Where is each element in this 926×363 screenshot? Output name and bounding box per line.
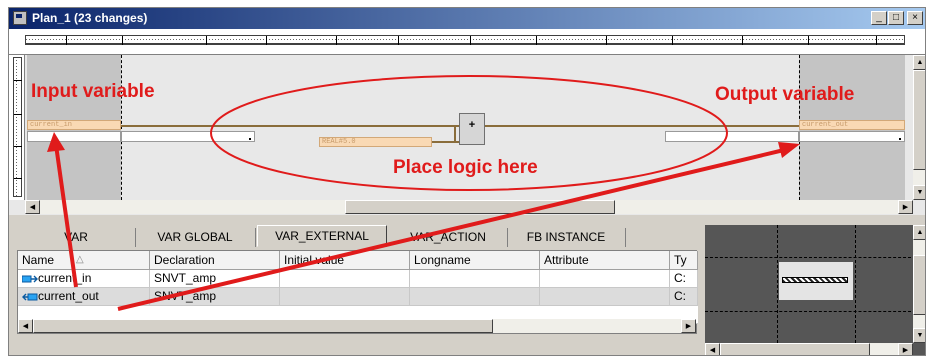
sort-arrow-icon: △ xyxy=(76,254,84,265)
minimap-viewport[interactable] xyxy=(779,262,853,300)
canvas-vscroll-thumb[interactable] xyxy=(913,70,925,170)
table-horizontal-scrollbar[interactable]: ◀ ▶ xyxy=(18,319,696,333)
overview-minimap[interactable]: ▲ ▼ ◀ ▶ xyxy=(705,225,925,355)
scroll-left-button[interactable]: ◀ xyxy=(705,343,720,355)
row-initial-value-cell[interactable] xyxy=(280,270,410,288)
ruler-tick xyxy=(122,36,123,45)
row-type-cell[interactable]: C: xyxy=(670,288,698,306)
input-variable-annotation: Input variable xyxy=(31,81,155,102)
ruler-tick xyxy=(672,36,673,45)
canvas-hscroll-thumb[interactable] xyxy=(345,200,615,214)
column-header-initial-value[interactable]: Initial value xyxy=(280,251,410,270)
editor-window: Plan_1 (23 changes) _ □ × current_in REA… xyxy=(8,7,926,356)
table-row[interactable]: current_out SNVT_amp C: xyxy=(18,288,698,306)
output-variable-annotation: Output variable xyxy=(715,84,855,105)
scroll-right-button[interactable]: ▶ xyxy=(898,200,913,214)
minimap-guide xyxy=(705,257,911,258)
row-initial-value-cell[interactable] xyxy=(280,288,410,306)
minimap-logic-preview xyxy=(782,277,848,283)
tab-var-global[interactable]: VAR GLOBAL xyxy=(135,228,256,247)
tab-var-action[interactable]: VAR_ACTION xyxy=(389,228,508,247)
ruler-tick xyxy=(66,36,67,45)
window-title: Plan_1 (23 changes) xyxy=(32,11,148,25)
column-header-type[interactable]: Ty xyxy=(670,251,698,270)
logic-canvas[interactable]: current_in REAL#5.0 + current_out Input … xyxy=(9,55,925,215)
tab-var[interactable]: VAR xyxy=(17,228,136,247)
variable-tabs: VAR VAR GLOBAL VAR_EXTERNAL VAR_ACTION F… xyxy=(17,225,697,248)
minimap-guide xyxy=(777,225,778,343)
ruler-tick xyxy=(398,36,399,45)
minimap-hscroll-thumb[interactable] xyxy=(720,343,870,355)
scroll-up-button[interactable]: ▲ xyxy=(913,225,925,240)
scroll-down-button[interactable]: ▼ xyxy=(913,185,925,200)
ruler-tick xyxy=(606,36,607,45)
minimap-vertical-scrollbar[interactable]: ▲ ▼ xyxy=(913,225,925,343)
row-attribute-cell[interactable] xyxy=(540,288,670,306)
scroll-left-button[interactable]: ◀ xyxy=(18,319,33,333)
maximize-button[interactable]: □ xyxy=(888,11,904,25)
ruler-tick xyxy=(742,36,743,45)
row-longname-cell[interactable] xyxy=(410,270,540,288)
row-name: current_out xyxy=(38,289,99,303)
column-header-attribute[interactable]: Attribute xyxy=(540,251,670,270)
column-header-longname[interactable]: Longname xyxy=(410,251,540,270)
scroll-down-button[interactable]: ▼ xyxy=(913,328,925,343)
variable-table: Name △ Declaration Initial value Longname… xyxy=(17,250,698,334)
minimize-button[interactable]: _ xyxy=(871,11,887,25)
column-header-name[interactable]: Name △ xyxy=(18,251,150,270)
row-name-cell[interactable]: current_out xyxy=(18,288,150,306)
place-logic-annotation: Place logic here xyxy=(393,157,538,178)
annotation-overlay xyxy=(210,75,728,191)
row-name: current_in xyxy=(38,271,92,285)
scroll-left-button[interactable]: ◀ xyxy=(25,200,40,214)
canvas-vertical-scrollbar[interactable]: ▲ ▼ xyxy=(913,55,925,200)
row-declaration-cell[interactable]: SNVT_amp xyxy=(150,270,280,288)
row-type-cell[interactable]: C: xyxy=(670,270,698,288)
minimap-guide xyxy=(855,225,856,343)
minimap-vscroll-thumb[interactable] xyxy=(913,255,925,315)
canvas-horizontal-scrollbar[interactable]: ◀ ▶ xyxy=(25,200,913,214)
input-arrow-icon xyxy=(21,275,38,283)
column-header-label: Name xyxy=(22,253,55,267)
ruler-tick xyxy=(470,36,471,45)
ruler-tick xyxy=(206,36,207,45)
ruler-track xyxy=(25,35,905,45)
window-icon xyxy=(13,11,27,25)
table-hscroll-thumb[interactable] xyxy=(33,319,493,333)
horizontal-ruler xyxy=(9,29,925,55)
minimap-horizontal-scrollbar[interactable]: ◀ ▶ xyxy=(705,343,913,355)
column-header-declaration[interactable]: Declaration xyxy=(150,251,280,270)
scroll-up-button[interactable]: ▲ xyxy=(913,55,925,70)
row-longname-cell[interactable] xyxy=(410,288,540,306)
tab-fb-instance[interactable]: FB INSTANCE xyxy=(507,228,626,247)
tab-var-external[interactable]: VAR_EXTERNAL xyxy=(257,225,387,247)
output-arrow-icon xyxy=(22,293,38,301)
row-attribute-cell[interactable] xyxy=(540,270,670,288)
table-row[interactable]: current_in SNVT_amp C: xyxy=(18,270,698,288)
title-bar[interactable]: Plan_1 (23 changes) _ □ × xyxy=(9,8,925,29)
ruler-tick xyxy=(266,36,267,45)
minimap-guide xyxy=(705,311,911,312)
close-button[interactable]: × xyxy=(907,11,923,25)
scroll-right-button[interactable]: ▶ xyxy=(898,343,913,355)
row-declaration-cell[interactable]: SNVT_amp xyxy=(150,288,280,306)
row-name-cell[interactable]: current_in xyxy=(18,270,150,288)
ruler-tick xyxy=(336,36,337,45)
ruler-tick xyxy=(876,36,877,45)
ruler-tick xyxy=(536,36,537,45)
ruler-tick xyxy=(808,36,809,45)
scroll-right-button[interactable]: ▶ xyxy=(681,319,696,333)
